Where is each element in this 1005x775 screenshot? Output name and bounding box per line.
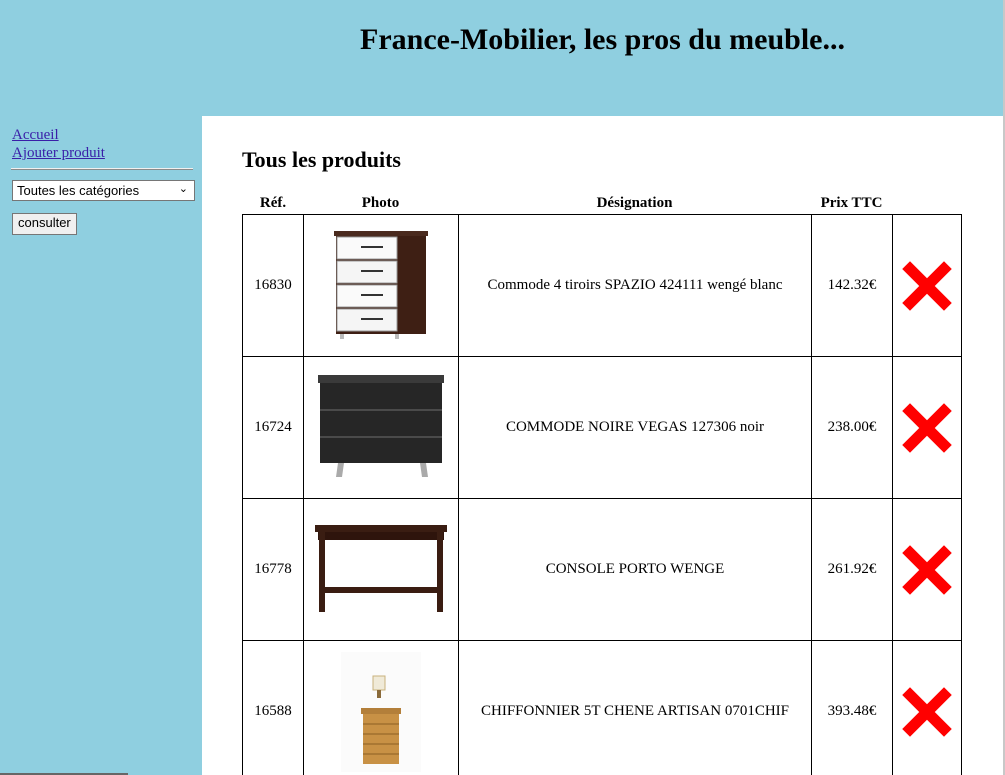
delete-icon[interactable] [902, 544, 952, 595]
product-photo [303, 498, 459, 641]
nav-link-ajouter-produit[interactable]: Ajouter produit [12, 145, 105, 162]
product-ref: 16830 [242, 214, 304, 357]
delete-icon[interactable] [902, 686, 952, 737]
site-title: France-Mobilier, les pros du meuble... [360, 23, 845, 56]
delete-icon[interactable] [902, 260, 952, 311]
delete-icon[interactable] [902, 402, 952, 453]
column-header-photo: Photo [361, 195, 400, 211]
product-designation: COMMODE NOIRE VEGAS 127306 noir [458, 356, 812, 499]
product-price: 142.32€ [811, 214, 893, 357]
product-photo [303, 640, 459, 775]
category-select-value: Toutes les catégories [17, 183, 140, 198]
table-row: 16724 COMMODE NOIRE VEGAS 127306 noir 23… [242, 356, 962, 499]
product-designation: CHIFFONNIER 5T CHENE ARTISAN 0701CHIF [458, 640, 812, 775]
table-row: 16588 CHIFFONNIER 5T CHENE ARTISAN 0701C… [242, 640, 962, 775]
console-table-icon [315, 524, 447, 612]
product-ref: 16724 [242, 356, 304, 499]
page-heading: Tous les produits [242, 147, 401, 172]
table-row: 16778 CONSOLE PORTO WENGE 261.92€ [242, 498, 962, 641]
product-ref: 16778 [242, 498, 304, 641]
delete-cell [892, 498, 962, 641]
consulter-button[interactable]: consulter [12, 213, 77, 235]
delete-cell [892, 214, 962, 357]
chevron-down-icon: ⌄ [178, 183, 188, 195]
header: France-Mobilier, les pros du meuble... [0, 0, 1005, 116]
product-photo [303, 356, 459, 499]
sidebar-divider [11, 168, 193, 170]
product-price: 261.92€ [811, 498, 893, 641]
product-price: 393.48€ [811, 640, 893, 775]
product-price: 238.00€ [811, 356, 893, 499]
column-header-ref: Réf. [259, 195, 287, 211]
delete-cell [892, 356, 962, 499]
product-photo [303, 214, 459, 357]
product-designation: CONSOLE PORTO WENGE [458, 498, 812, 641]
product-ref: 16588 [242, 640, 304, 775]
product-designation: Commode 4 tiroirs SPAZIO 424111 wengé bl… [458, 214, 812, 357]
main-content: Tous les produits Réf. Photo Désignation… [202, 116, 1003, 775]
category-select[interactable]: Toutes les catégories ⌄ [12, 180, 195, 201]
oak-chiffonier-icon [341, 651, 421, 772]
table-row: 16830 Commode 4 tiroirs SPAZIO 424111 we… [242, 214, 962, 357]
column-header-price: Prix TTC [820, 195, 883, 211]
column-header-designation: Désignation [596, 195, 673, 211]
nav-link-accueil[interactable]: Accueil [12, 127, 59, 144]
sidebar: Accueil Ajouter produit Toutes les catég… [0, 116, 202, 775]
white-drawer-dresser-icon [334, 230, 428, 339]
delete-cell [892, 640, 962, 775]
products-table: 16830 Commode 4 tiroirs SPAZIO 424111 we… [242, 214, 962, 775]
black-dresser-icon [318, 374, 444, 477]
